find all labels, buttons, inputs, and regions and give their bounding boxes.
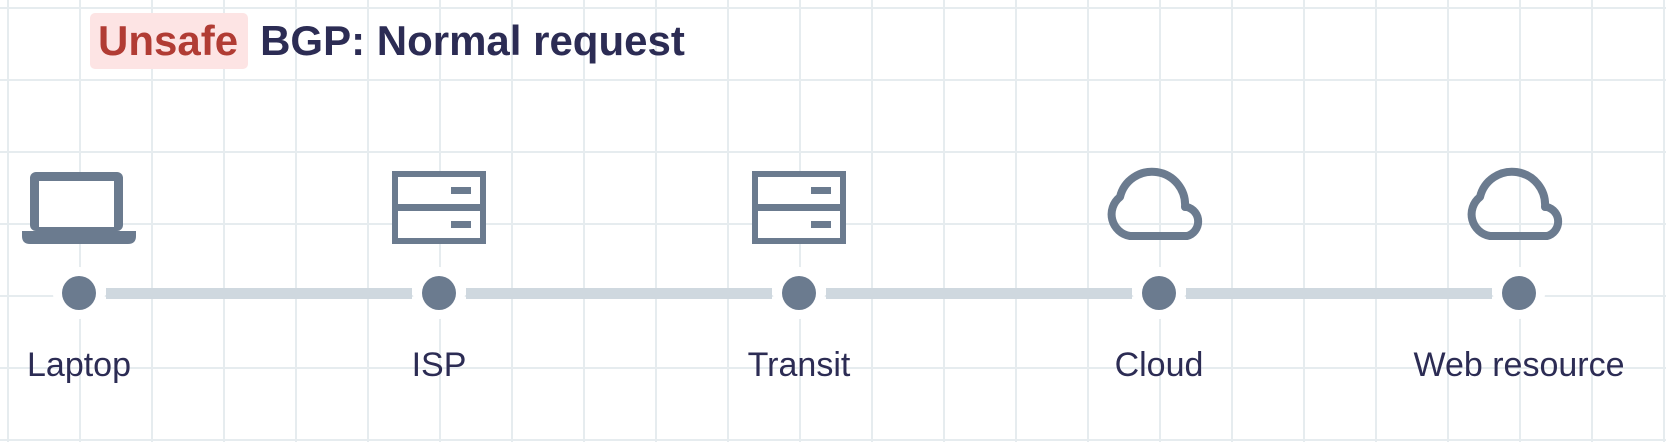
laptop-icon <box>22 172 136 244</box>
node-dot-transit <box>782 276 816 310</box>
cloud-icon <box>1467 167 1563 240</box>
node-label-isp: ISP <box>411 346 467 384</box>
node-label-laptop: Laptop <box>27 346 131 384</box>
node-dot-cloud <box>1142 276 1176 310</box>
link-isp-transit <box>466 288 772 299</box>
link-transit-cloud <box>826 288 1132 299</box>
link-laptop-isp <box>106 288 412 299</box>
node-label-web: Web resource <box>1413 346 1625 384</box>
node-dot-laptop <box>62 276 96 310</box>
server-icon <box>392 171 486 244</box>
link-cloud-web <box>1186 288 1492 299</box>
server-icon <box>752 171 846 244</box>
node-dot-isp <box>422 276 456 310</box>
node-label-transit: Transit <box>747 346 851 384</box>
node-label-cloud: Cloud <box>1114 346 1204 384</box>
node-dot-web <box>1502 276 1536 310</box>
cloud-icon <box>1107 167 1203 240</box>
